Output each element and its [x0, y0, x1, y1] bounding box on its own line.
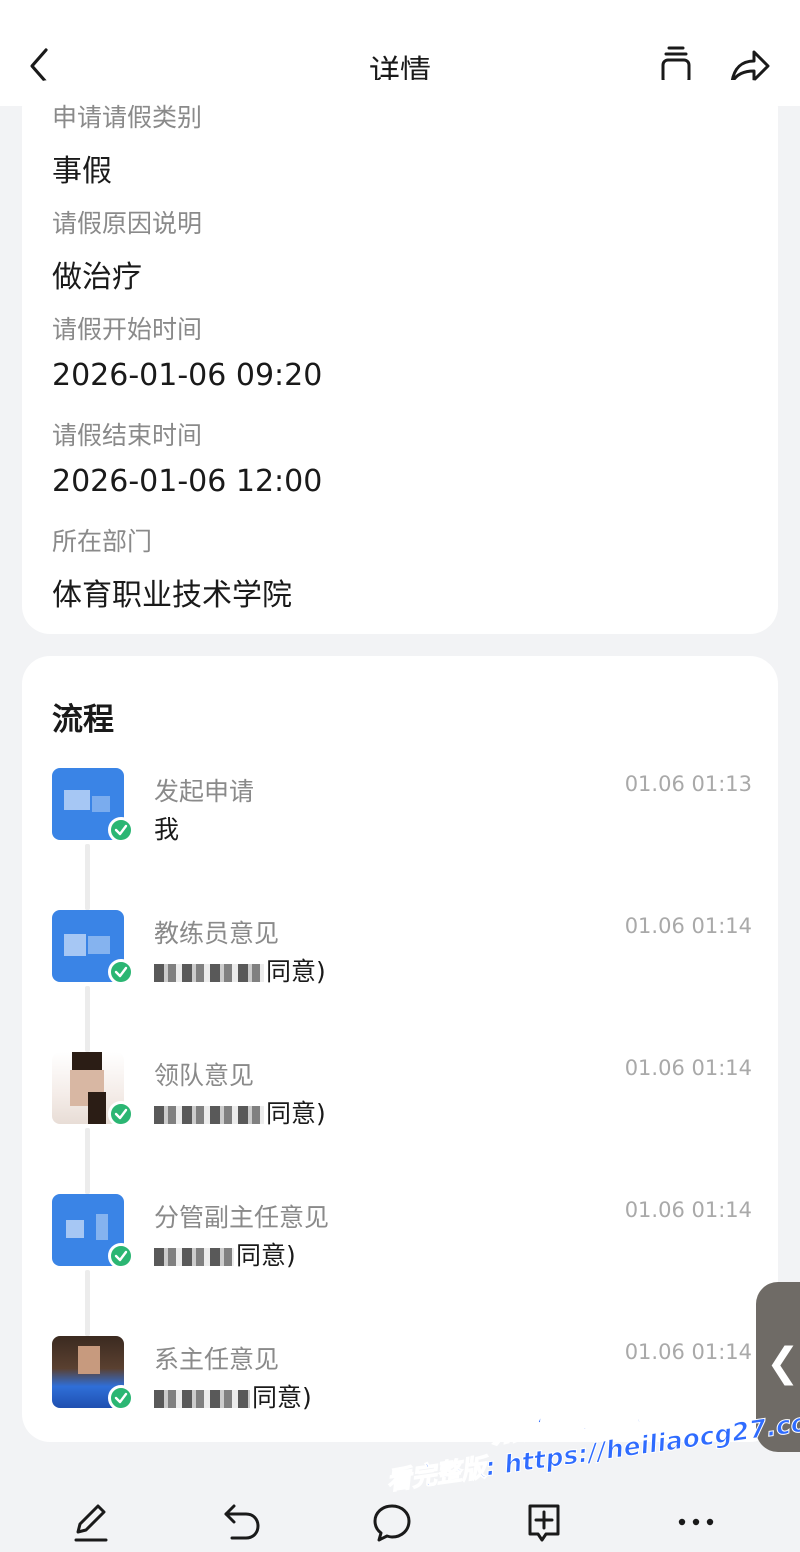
field-leave-type: 申请请假类别 事假 [52, 98, 202, 190]
avatar-blur [78, 1346, 100, 1374]
step-opinion: 同意) [154, 1236, 296, 1272]
field-label: 请假原因说明 [52, 209, 203, 238]
redacted-text [154, 964, 264, 982]
field-label: 请假结束时间 [52, 421, 203, 450]
step-opinion-text: 同意) [266, 957, 326, 986]
bottom-toolbar [0, 1478, 800, 1552]
avatar-blur [96, 1214, 108, 1240]
approved-check-icon [108, 959, 134, 985]
approved-check-icon [108, 1385, 134, 1411]
step-opinion-text: 同意) [266, 1099, 326, 1128]
field-leave-reason: 请假原因说明 做治疗 [52, 204, 202, 296]
step-opinion: 同意) [154, 1094, 326, 1130]
comment-icon [373, 1504, 411, 1542]
step-name: 发起申请 [154, 777, 255, 806]
step-opinion: 我 [154, 815, 180, 844]
field-label: 所在部门 [52, 527, 153, 556]
step-name: 领队意见 [154, 1061, 255, 1090]
flow-step[interactable]: 发起申请 我 01.06 01:13 [52, 768, 752, 858]
add-icon [528, 1504, 560, 1542]
redacted-text [154, 1390, 250, 1408]
approved-check-icon [108, 817, 134, 843]
approval-flow-card: 流程 发起申请 我 01.06 01:13 教练员意见 同意) 01.06 01… [22, 656, 778, 1442]
field-value: 体育职业技术学院 [52, 578, 292, 613]
field-label: 申请请假类别 [52, 103, 203, 132]
avatar-blur [72, 1052, 102, 1070]
edit-button[interactable] [68, 1500, 112, 1544]
field-label: 请假开始时间 [52, 315, 203, 344]
flow-step[interactable]: 教练员意见 同意) 01.06 01:14 [52, 910, 752, 1000]
field-end-time: 请假结束时间 2026-01-06 12:00 [52, 416, 322, 499]
leave-detail-card: 申请请假类别 事假 请假原因说明 做治疗 请假开始时间 2026-01-06 0… [22, 80, 778, 634]
comment-button[interactable] [370, 1500, 414, 1544]
approved-check-icon [108, 1101, 134, 1127]
flow-title: 流程 [52, 702, 114, 738]
step-opinion-text: 同意) [252, 1383, 312, 1412]
step-opinion: 同意) [154, 1378, 312, 1414]
step-time: 01.06 01:14 [624, 914, 752, 938]
flow-step[interactable]: 领队意见 同意) 01.06 01:14 [52, 1052, 752, 1142]
flow-step[interactable]: 分管副主任意见 同意) 01.06 01:14 [52, 1194, 752, 1284]
step-opinion-text: 同意) [236, 1241, 296, 1270]
undo-button[interactable] [220, 1500, 264, 1544]
more-button[interactable] [674, 1500, 718, 1544]
step-time: 01.06 01:14 [624, 1340, 752, 1364]
field-value: 做治疗 [52, 260, 142, 295]
redacted-text [154, 1248, 234, 1266]
step-name: 系主任意见 [154, 1345, 280, 1374]
field-start-time: 请假开始时间 2026-01-06 09:20 [52, 310, 322, 393]
approved-check-icon [108, 1243, 134, 1269]
step-opinion: 同意) [154, 952, 326, 988]
avatar-blur [64, 790, 90, 810]
add-button[interactable] [522, 1500, 566, 1544]
step-name: 分管副主任意见 [154, 1203, 330, 1232]
avatar-blur [66, 1220, 84, 1238]
avatar-blur [64, 934, 86, 956]
avatar-blur [92, 796, 110, 812]
field-value: 2026-01-06 12:00 [52, 464, 323, 499]
avatar-blur [88, 1092, 106, 1124]
step-time: 01.06 01:14 [624, 1056, 752, 1080]
field-department: 所在部门 体育职业技术学院 [52, 522, 292, 614]
edit-icon [74, 1504, 108, 1542]
undo-icon [224, 1504, 260, 1540]
avatar-blur [88, 936, 110, 954]
redacted-text [154, 1106, 264, 1124]
more-icon [678, 1518, 714, 1526]
field-value: 2026-01-06 09:20 [52, 358, 323, 393]
step-time: 01.06 01:13 [624, 772, 752, 796]
step-name: 教练员意见 [154, 919, 280, 948]
chevron-left-icon: ❮ [766, 1340, 800, 1386]
field-value: 事假 [52, 154, 112, 189]
step-time: 01.06 01:14 [624, 1198, 752, 1222]
